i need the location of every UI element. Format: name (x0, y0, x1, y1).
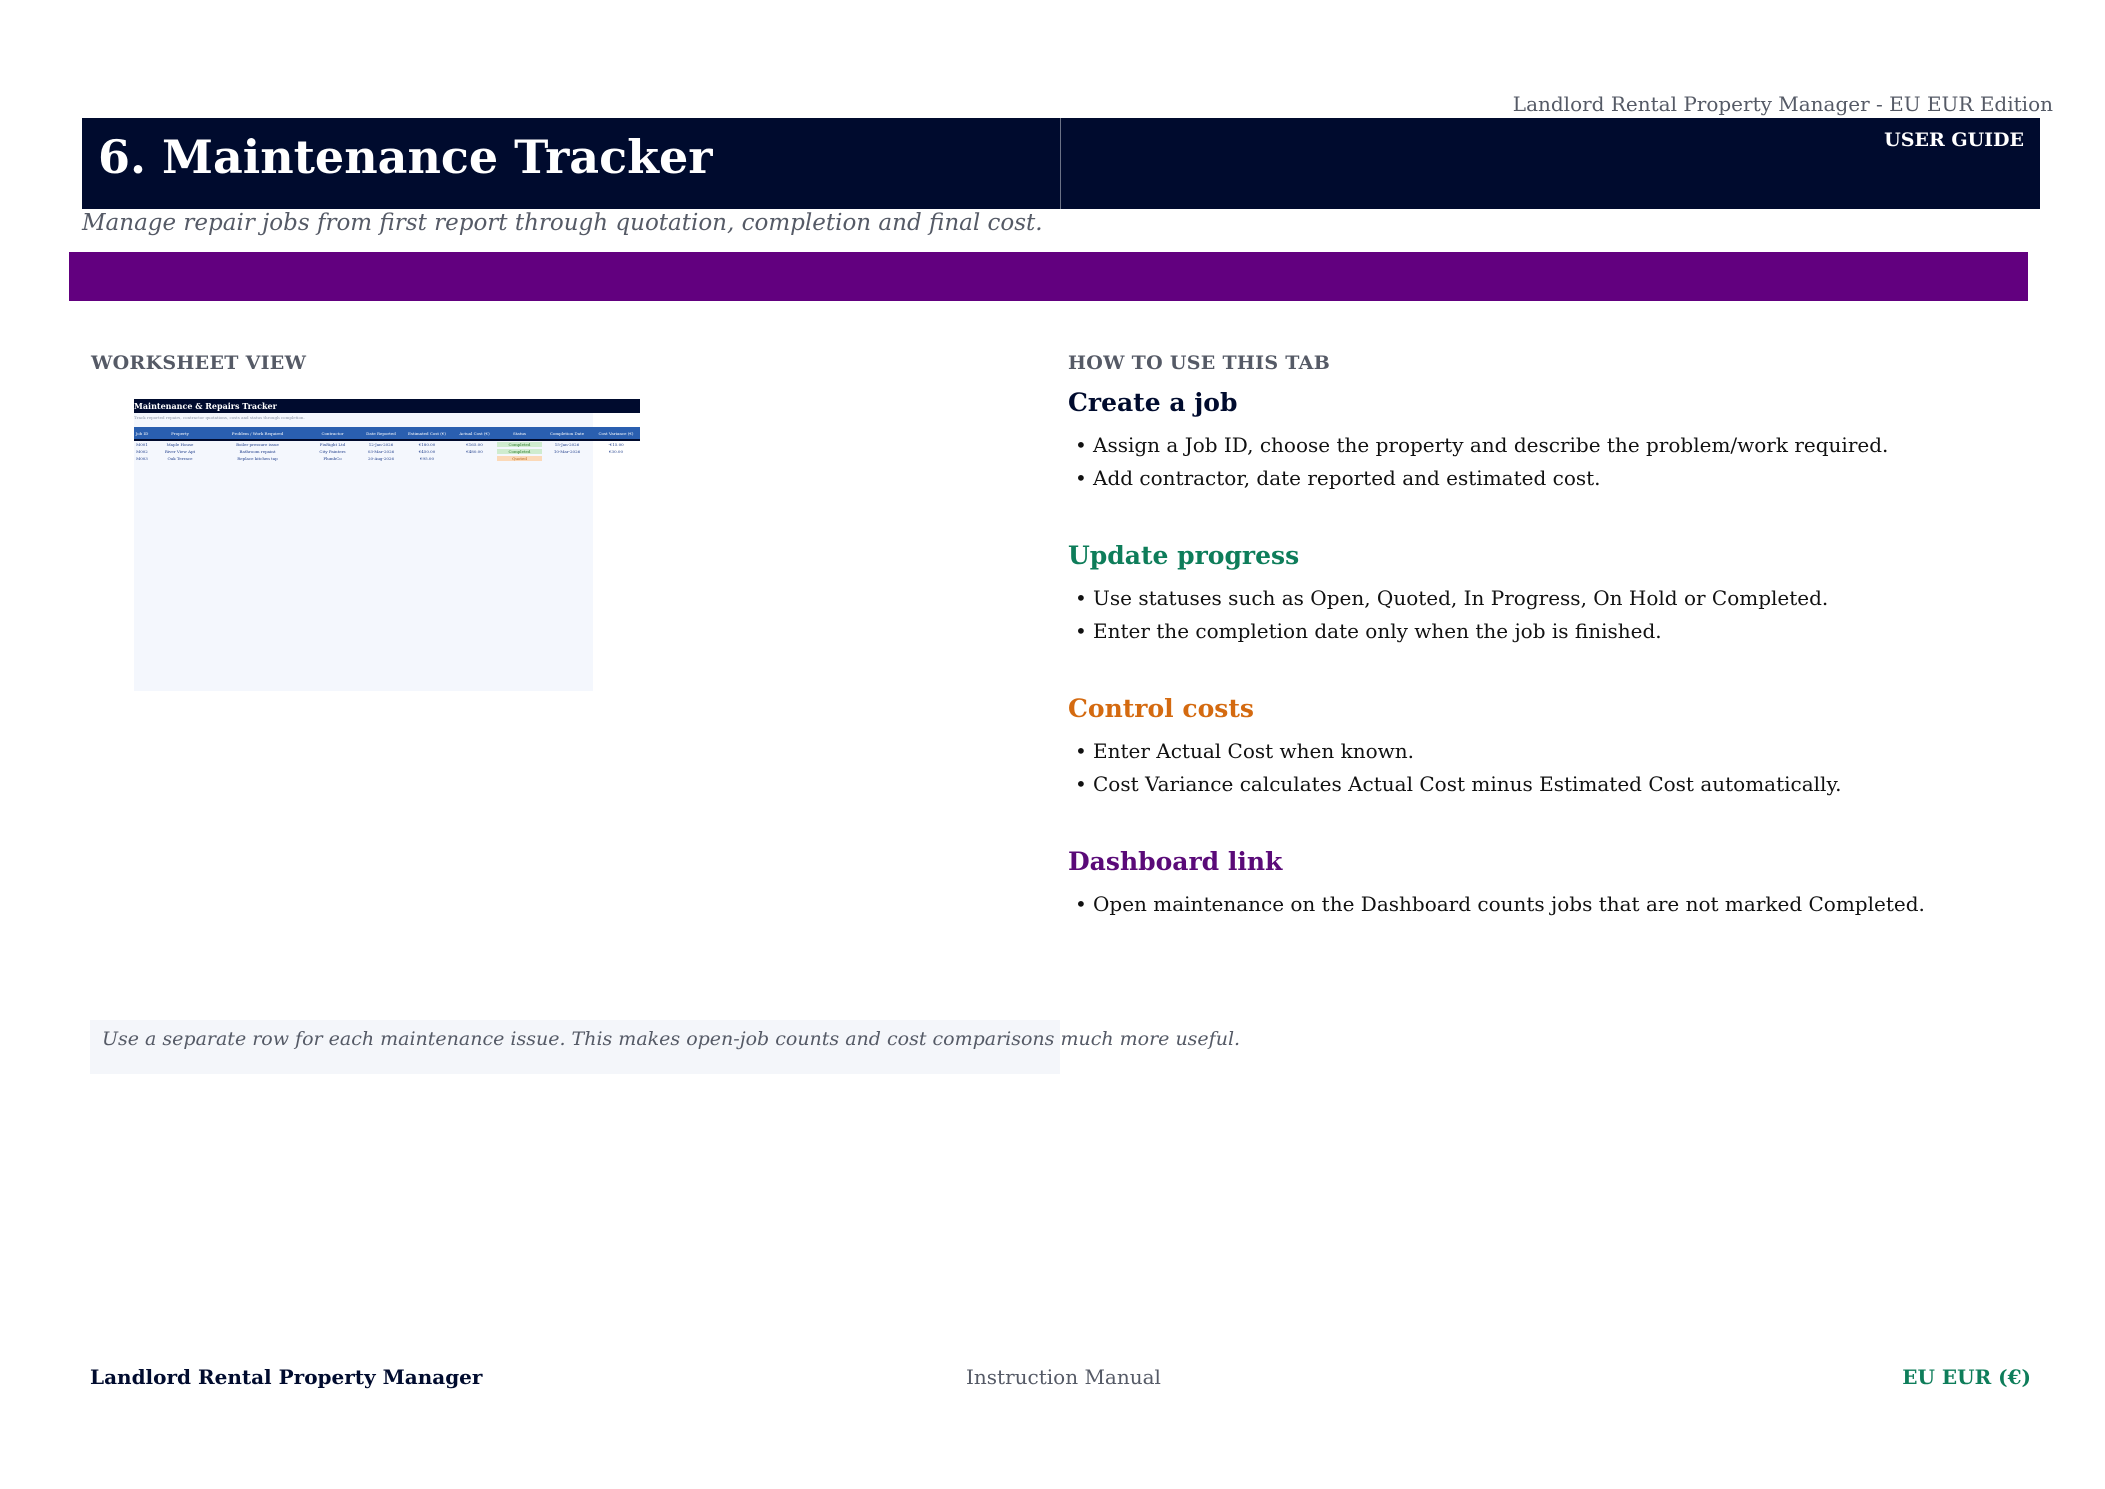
list-item: Cost Variance calculates Actual Cost min… (1068, 768, 2028, 801)
thumbnail-column-header: Contractor (321, 430, 344, 436)
edition-label: Landlord Rental Property Manager - EU EU… (1512, 92, 2053, 116)
table-cell: M002 (136, 449, 148, 454)
table-cell: €165.00 (466, 442, 483, 447)
table-cell: 10-Mar-2026 (553, 449, 581, 454)
footer-product-name: Landlord Rental Property Manager (90, 1365, 483, 1389)
step-create-job: Create a job Assign a Job ID, choose the… (1068, 388, 2028, 495)
step-heading: Create a job (1068, 388, 1238, 417)
list-item: Add contractor, date reported and estima… (1068, 462, 2028, 495)
worksheet-thumbnail: Maintenance & Repairs Tracker Track repo… (134, 399, 640, 691)
table-cell: FixRight Ltd (319, 442, 346, 447)
table-cell: Maple House (166, 442, 194, 447)
table-cell: 20-Aug-2026 (368, 456, 394, 461)
table-cell: City Painters (319, 449, 346, 454)
tip-box: Use a separate row for each maintenance … (90, 1020, 1240, 1074)
tip-text: Use a separate row for each maintenance … (102, 1028, 1241, 1050)
list-item: Open maintenance on the Dashboard counts… (1068, 888, 2028, 921)
table-cell: 15-Jan-2026 (554, 442, 580, 447)
table-row: M001 Maple House Boiler pressure issue F… (134, 441, 640, 448)
page-subtitle: Manage repair jobs from first report thr… (82, 210, 1043, 236)
step-bullets: Use statuses such as Open, Quoted, In Pr… (1068, 582, 2028, 648)
how-to-label: HOW TO USE THIS TAB (1068, 352, 1331, 374)
list-item: Use statuses such as Open, Quoted, In Pr… (1068, 582, 2028, 615)
thumbnail-rows: M001 Maple House Boiler pressure issue F… (134, 441, 640, 462)
table-cell: Oak Terrace (167, 456, 193, 461)
thumbnail-column-header: Completion Date (549, 430, 585, 436)
status-badge: Completed (497, 442, 542, 447)
table-cell: PlumbCo (323, 456, 342, 461)
thumbnail-header-row: Job ID Property Problem / Work Required … (134, 427, 640, 439)
table-cell: €480.00 (466, 449, 483, 454)
thumbnail-column-header: Status (513, 430, 526, 436)
status-badge: Quoted (497, 456, 542, 461)
step-heading: Dashboard link (1068, 847, 1283, 876)
step-control-costs: Control costs Enter Actual Cost when kno… (1068, 694, 2028, 801)
step-heading: Update progress (1068, 541, 1300, 570)
page-title: 6. Maintenance Tracker (98, 130, 713, 184)
step-update-progress: Update progress Use statuses such as Ope… (1068, 541, 2028, 648)
table-row: M003 Oak Terrace Replace kitchen tap Plu… (134, 455, 640, 462)
footer-doc-type: Instruction Manual (966, 1365, 1161, 1389)
header-right-cell: USER GUIDE (1061, 118, 2040, 209)
thumbnail-subtitle: Track reported repairs, contractor quota… (134, 415, 305, 420)
thumbnail-column-header: Problem / Work Required (231, 430, 284, 436)
footer-edition: EU EUR (€) (1902, 1365, 2031, 1389)
thumbnail-column-header: Date Reported (366, 430, 396, 436)
list-item: Assign a Job ID, choose the property and… (1068, 429, 2028, 462)
worksheet-view-label: WORKSHEET VIEW (91, 352, 307, 374)
step-dashboard-link: Dashboard link Open maintenance on the D… (1068, 847, 2028, 921)
table-cell: €180.00 (418, 442, 436, 447)
table-cell: -€15.00 (608, 442, 624, 447)
how-to-steps: Create a job Assign a Job ID, choose the… (1068, 388, 2028, 967)
accent-bar (69, 252, 2028, 301)
table-row: M002 River View Apt Bathroom repaint Cit… (134, 448, 640, 455)
table-cell: €30.00 (609, 449, 623, 454)
table-cell: 03-Mar-2026 (367, 449, 395, 454)
table-cell: Boiler pressure issue (236, 442, 279, 447)
step-bullets: Assign a Job ID, choose the property and… (1068, 429, 2028, 495)
table-cell: 12-Jan-2026 (368, 442, 394, 447)
header-band: 6. Maintenance Tracker USER GUIDE (82, 118, 2040, 209)
thumbnail-column-header: Job ID (135, 430, 149, 436)
step-heading: Control costs (1068, 694, 1254, 723)
header-title-cell: 6. Maintenance Tracker (82, 118, 1061, 209)
list-item: Enter the completion date only when the … (1068, 615, 2028, 648)
table-cell: M001 (136, 442, 148, 447)
table-cell: M003 (136, 456, 148, 461)
thumbnail-title: Maintenance & Repairs Tracker (134, 399, 640, 413)
table-cell: €95.00 (420, 456, 434, 461)
thumbnail-column-header: Property (171, 430, 189, 436)
thumbnail-column-header: Estimated Cost (€) (408, 430, 446, 436)
table-cell: River View Apt (164, 449, 196, 454)
list-item: Enter Actual Cost when known. (1068, 735, 2028, 768)
user-guide-label: USER GUIDE (1884, 129, 2024, 151)
step-bullets: Enter Actual Cost when known. Cost Varia… (1068, 735, 2028, 801)
table-cell: Bathroom repaint (239, 449, 276, 454)
status-badge: Completed (497, 449, 542, 454)
table-cell: Replace kitchen tap (237, 456, 278, 461)
thumbnail-column-header: Actual Cost (€) (459, 430, 490, 436)
table-cell: €450.00 (418, 449, 436, 454)
step-bullets: Open maintenance on the Dashboard counts… (1068, 888, 2028, 921)
thumbnail-column-header: Cost Variance (€) (598, 430, 634, 436)
